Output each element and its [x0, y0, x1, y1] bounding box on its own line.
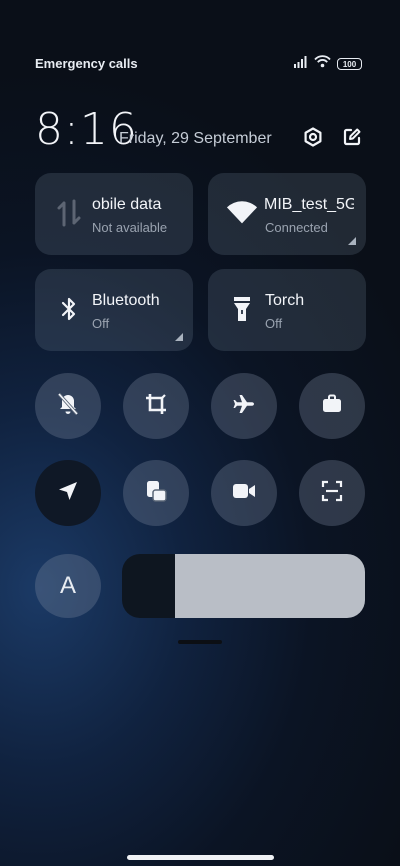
edit-icon[interactable]: [341, 126, 363, 148]
mobile-data-icon: [53, 197, 85, 229]
work-mode-toggle[interactable]: [299, 373, 365, 439]
header: 8:16 Friday, 29 September: [35, 104, 380, 156]
wifi-expand-icon[interactable]: [348, 237, 356, 245]
panel-drag-handle[interactable]: [178, 640, 222, 644]
bluetooth-tile[interactable]: Bluetooth Off: [35, 269, 193, 351]
briefcase-icon: [321, 394, 343, 419]
location-icon: [57, 480, 79, 507]
wifi-icon: [226, 197, 258, 229]
location-toggle[interactable]: [35, 460, 101, 526]
airplane-icon: [232, 392, 256, 421]
date-label: Friday, 29 September: [119, 130, 272, 147]
airplane-mode-toggle[interactable]: [211, 373, 277, 439]
bluetooth-expand-icon[interactable]: [175, 333, 183, 341]
carrier-status-text: Emergency calls o: [35, 56, 139, 71]
mobile-data-status: Not available: [92, 220, 168, 235]
status-bar: Emergency calls o 100: [35, 52, 362, 74]
torch-title: Torch: [265, 292, 305, 309]
mobile-data-title: obile data: [92, 196, 162, 213]
scanner-toggle[interactable]: [299, 460, 365, 526]
torch-status: Off: [265, 316, 283, 331]
status-icons: 100: [294, 55, 362, 73]
hotspot-wifi-icon: [314, 55, 331, 73]
bluetooth-title: Bluetooth: [92, 292, 160, 309]
floating-window-icon: [144, 479, 168, 508]
floating-window-toggle[interactable]: [123, 460, 189, 526]
scanner-icon: [320, 479, 344, 508]
home-indicator[interactable]: [127, 855, 274, 860]
brightness-slider[interactable]: [122, 554, 365, 618]
settings-icon[interactable]: [302, 126, 324, 148]
bell-off-icon: [57, 392, 79, 421]
silent-mode-toggle[interactable]: [35, 373, 101, 439]
wifi-network-name: MIB_test_5G: [264, 196, 354, 213]
signal-icon: [294, 55, 308, 73]
bluetooth-status: Off: [92, 316, 110, 331]
auto-brightness-toggle[interactable]: A: [35, 554, 101, 618]
torch-tile[interactable]: Torch Off: [208, 269, 366, 351]
brightness-slider-fill[interactable]: [175, 554, 365, 618]
screenshot-toggle[interactable]: [123, 373, 189, 439]
torch-icon: [226, 293, 258, 325]
auto-brightness-label: A: [59, 572, 76, 599]
screen-recorder-toggle[interactable]: [211, 460, 277, 526]
mobile-data-tile[interactable]: obile data Not available: [35, 173, 193, 255]
video-camera-icon: [231, 481, 257, 506]
wifi-status: Connected: [265, 220, 328, 235]
bluetooth-icon: [53, 293, 85, 325]
crop-icon: [144, 392, 168, 421]
battery-icon: 100: [337, 58, 362, 70]
wifi-tile[interactable]: MIB_test_5G Connected: [208, 173, 366, 255]
